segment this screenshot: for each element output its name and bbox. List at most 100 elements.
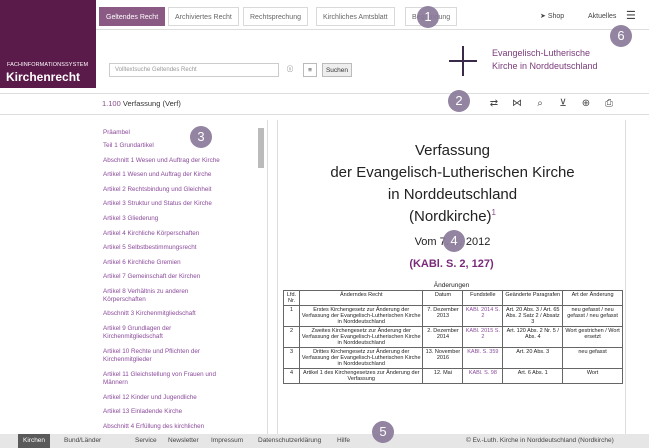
toc-item[interactable]: Artikel 5 Selbstbestimmungsrecht <box>103 244 196 252</box>
tab-rechtsprechung[interactable]: Rechtsprechung <box>243 7 308 26</box>
annotation-badge: 6 <box>610 25 632 47</box>
toc-item[interactable]: Artikel 11 Gleichstellung von Frauen und <box>103 371 216 379</box>
brand-title: Kirchenrecht <box>6 70 81 84</box>
footer-bund-laender[interactable]: Bund/Länder <box>64 434 101 448</box>
toc-item[interactable]: Männern <box>103 379 128 387</box>
tab-geltendes-recht[interactable]: Geltendes Recht <box>99 7 166 26</box>
title-line-3: in Norddeutschland <box>387 186 518 203</box>
annotation-badge: 4 <box>443 230 465 252</box>
annotation-badge: 1 <box>417 6 439 28</box>
brand-panel[interactable]: FACHINFORMATIONSSYSTEM Kirchenrecht <box>0 0 96 88</box>
document-number: 1.100 <box>102 99 121 108</box>
title-line-1: Verfassung <box>414 142 491 159</box>
menu-icon[interactable]: ☰ <box>626 7 636 26</box>
toc-item[interactable]: Präambel <box>103 129 130 137</box>
column-header: Geänderte Paragrafen <box>502 290 564 306</box>
table-row: 3 Drittes Kirchengesetz zur Änderung der … <box>283 347 623 369</box>
table-cell: 12. Mai <box>422 368 464 384</box>
table-cell-link[interactable]: KABl. S. 359 <box>462 347 504 369</box>
footer-hilfe[interactable]: Hilfe <box>337 434 350 448</box>
footer-newsletter[interactable]: Newsletter <box>168 434 199 448</box>
search-input[interactable]: Volltextsuche Geltendes Recht <box>109 63 279 77</box>
table-cell: Artikel 1 des Kirchengesetzes zur Änderu… <box>298 368 424 384</box>
footer-service[interactable]: Service <box>135 434 157 448</box>
footer-datenschutz[interactable]: Datenschutzerklärung <box>258 434 321 448</box>
toc-item[interactable]: Körperschaften <box>103 296 146 304</box>
download-icon[interactable]: ⊕ <box>575 95 597 113</box>
table-cell: Art. 20 Abs. 3 / Art. 65 Abs. 2 Satz 2 /… <box>502 305 564 327</box>
table-cell: Zweites Kirchengesetz zur Änderung der V… <box>298 326 424 348</box>
table-cell: Drittes Kirchengesetz zur Änderung der V… <box>298 347 424 369</box>
shop-link[interactable]: ➤ Shop <box>540 7 564 26</box>
column-header: Datum <box>422 290 464 306</box>
logo-line-1: Evangelisch-Lutherische <box>492 48 591 58</box>
table-cell-link[interactable]: KABl. S. 98 <box>462 368 504 384</box>
print-icon[interactable]: ⎙ <box>598 95 620 113</box>
toc-item[interactable]: Artikel 2 Rechtsbindung und Gleichheit <box>103 186 212 194</box>
tab-amtsblatt[interactable]: Kirchliches Amtsblatt <box>316 7 395 26</box>
table-cell: 2 <box>283 326 300 348</box>
table-cell-link[interactable]: KABl. 2014 S. 2 <box>462 305 504 327</box>
toc-item[interactable]: Artikel 7 Gemeinschaft der Kirchen <box>103 273 200 281</box>
toc-item[interactable]: Abschnitt 4 Erfüllung des kirchlichen <box>103 423 204 431</box>
changes-heading: Änderungen <box>433 282 470 289</box>
footer-kirchen[interactable]: Kirchen <box>18 434 51 448</box>
toc-item[interactable]: Artikel 4 Kirchliche Körperschaften <box>103 230 199 238</box>
title-line-4: (Nordkirche)1 <box>278 208 625 225</box>
toc-item[interactable]: Artikel 3 Struktur und Status der Kirche <box>103 200 212 208</box>
church-logo: Evangelisch-Lutherische Kirche in Nordde… <box>434 40 623 84</box>
title-nordkirche: (Nordkirche) <box>409 208 492 225</box>
toc-item[interactable]: Artikel 10 Rechte und Pflichten der <box>103 348 200 356</box>
title-line-2: der Evangelisch-Lutherischen Kirche <box>330 164 575 181</box>
tab-archiviertes-recht[interactable]: Archiviertes Recht <box>168 7 239 26</box>
annotation-badge: 3 <box>190 126 212 148</box>
table-cell: neu gefasst <box>562 347 623 369</box>
toc-item[interactable]: Teil 1 Grundartikel <box>103 142 154 150</box>
footnote-ref[interactable]: 1 <box>492 208 496 217</box>
search-button[interactable]: Suchen <box>322 63 352 77</box>
info-icon[interactable]: ⓘ <box>285 63 295 77</box>
table-cell: Wort <box>562 368 623 384</box>
table-cell: Wort gestrichen / Wort ersetzt <box>562 326 623 348</box>
document-name: Verfassung (Verf) <box>122 99 181 108</box>
footer-impressum[interactable]: Impressum <box>211 434 243 448</box>
aktuelles-link[interactable]: Aktuelles <box>588 7 616 26</box>
table-cell: Erstes Kirchengesetz zur Änderung der Ve… <box>298 305 424 327</box>
toc-item[interactable]: Artikel 9 Grundlagen der <box>103 325 171 333</box>
table-cell: 4 <box>283 368 300 384</box>
column-header: Fundstelle <box>462 290 504 306</box>
compare-icon[interactable]: ⇄ <box>483 95 505 113</box>
column-header: Art der Änderung <box>562 290 623 306</box>
table-cell: 13. November 2016 <box>422 347 464 369</box>
annotation-badge: 5 <box>372 421 394 443</box>
toc-item[interactable]: Artikel 8 Verhältnis zu anderen <box>103 288 188 296</box>
toc-item[interactable]: Kirchenmitgliedschaft <box>103 333 163 341</box>
changes-table: Lfd. Nr. Änderndes Recht Datum Fundstell… <box>283 290 623 384</box>
table-row: 4 Artikel 1 des Kirchengesetzes zur Änder… <box>283 368 623 384</box>
cross-icon-bar <box>449 60 477 62</box>
table-cell: 2. Dezember 2014 <box>422 326 464 348</box>
top-tabs: Geltendes Recht Archiviertes Recht Recht… <box>96 0 649 30</box>
table-cell-link[interactable]: KABl. 2015 S. 2 <box>462 326 504 348</box>
toc-item[interactable]: Abschnitt 3 Kirchenmitgliedschaft <box>103 310 196 318</box>
table-header-row: Lfd. Nr. Änderndes Recht Datum Fundstell… <box>283 290 623 306</box>
table-cell: Art. 20 Abs. 3 <box>502 347 564 369</box>
logo-line-2: Kirche in Norddeutschland <box>492 61 598 71</box>
toc-item[interactable]: Kirchenmitglieder <box>103 356 152 364</box>
cart-icon[interactable]: ⊻ <box>552 95 574 113</box>
table-cell: neu gefasst / neu gefasst / neu gefasst <box>562 305 623 327</box>
toc-item[interactable]: Artikel 3 Gliederung <box>103 215 158 223</box>
document-content: Verfassung der Evangelisch-Lutherischen … <box>277 120 626 434</box>
toc-item[interactable]: Artikel 13 Einladende Kirche <box>103 408 182 416</box>
table-row: 2 Zweites Kirchengesetz zur Änderung der … <box>283 326 623 348</box>
split-view-icon[interactable]: ⋈ <box>506 95 528 113</box>
kabl-reference[interactable]: (KABl. S. 2, 127) <box>277 258 626 270</box>
document-title: 1.100 Verfassung (Verf) <box>102 99 181 108</box>
toc-item[interactable]: Abschnitt 1 Wesen und Auftrag der Kirche <box>103 157 220 165</box>
toc-scrollbar[interactable] <box>258 128 264 168</box>
toc-item[interactable]: Artikel 12 Kinder und Jugendliche <box>103 394 197 402</box>
list-icon[interactable]: ≡ <box>303 63 317 77</box>
toc-item[interactable]: Artikel 1 Wesen und Auftrag der Kirche <box>103 171 211 179</box>
search-icon[interactable]: ⌕ <box>529 95 551 113</box>
toc-item[interactable]: Artikel 6 Kirchliche Gremien <box>103 259 181 267</box>
